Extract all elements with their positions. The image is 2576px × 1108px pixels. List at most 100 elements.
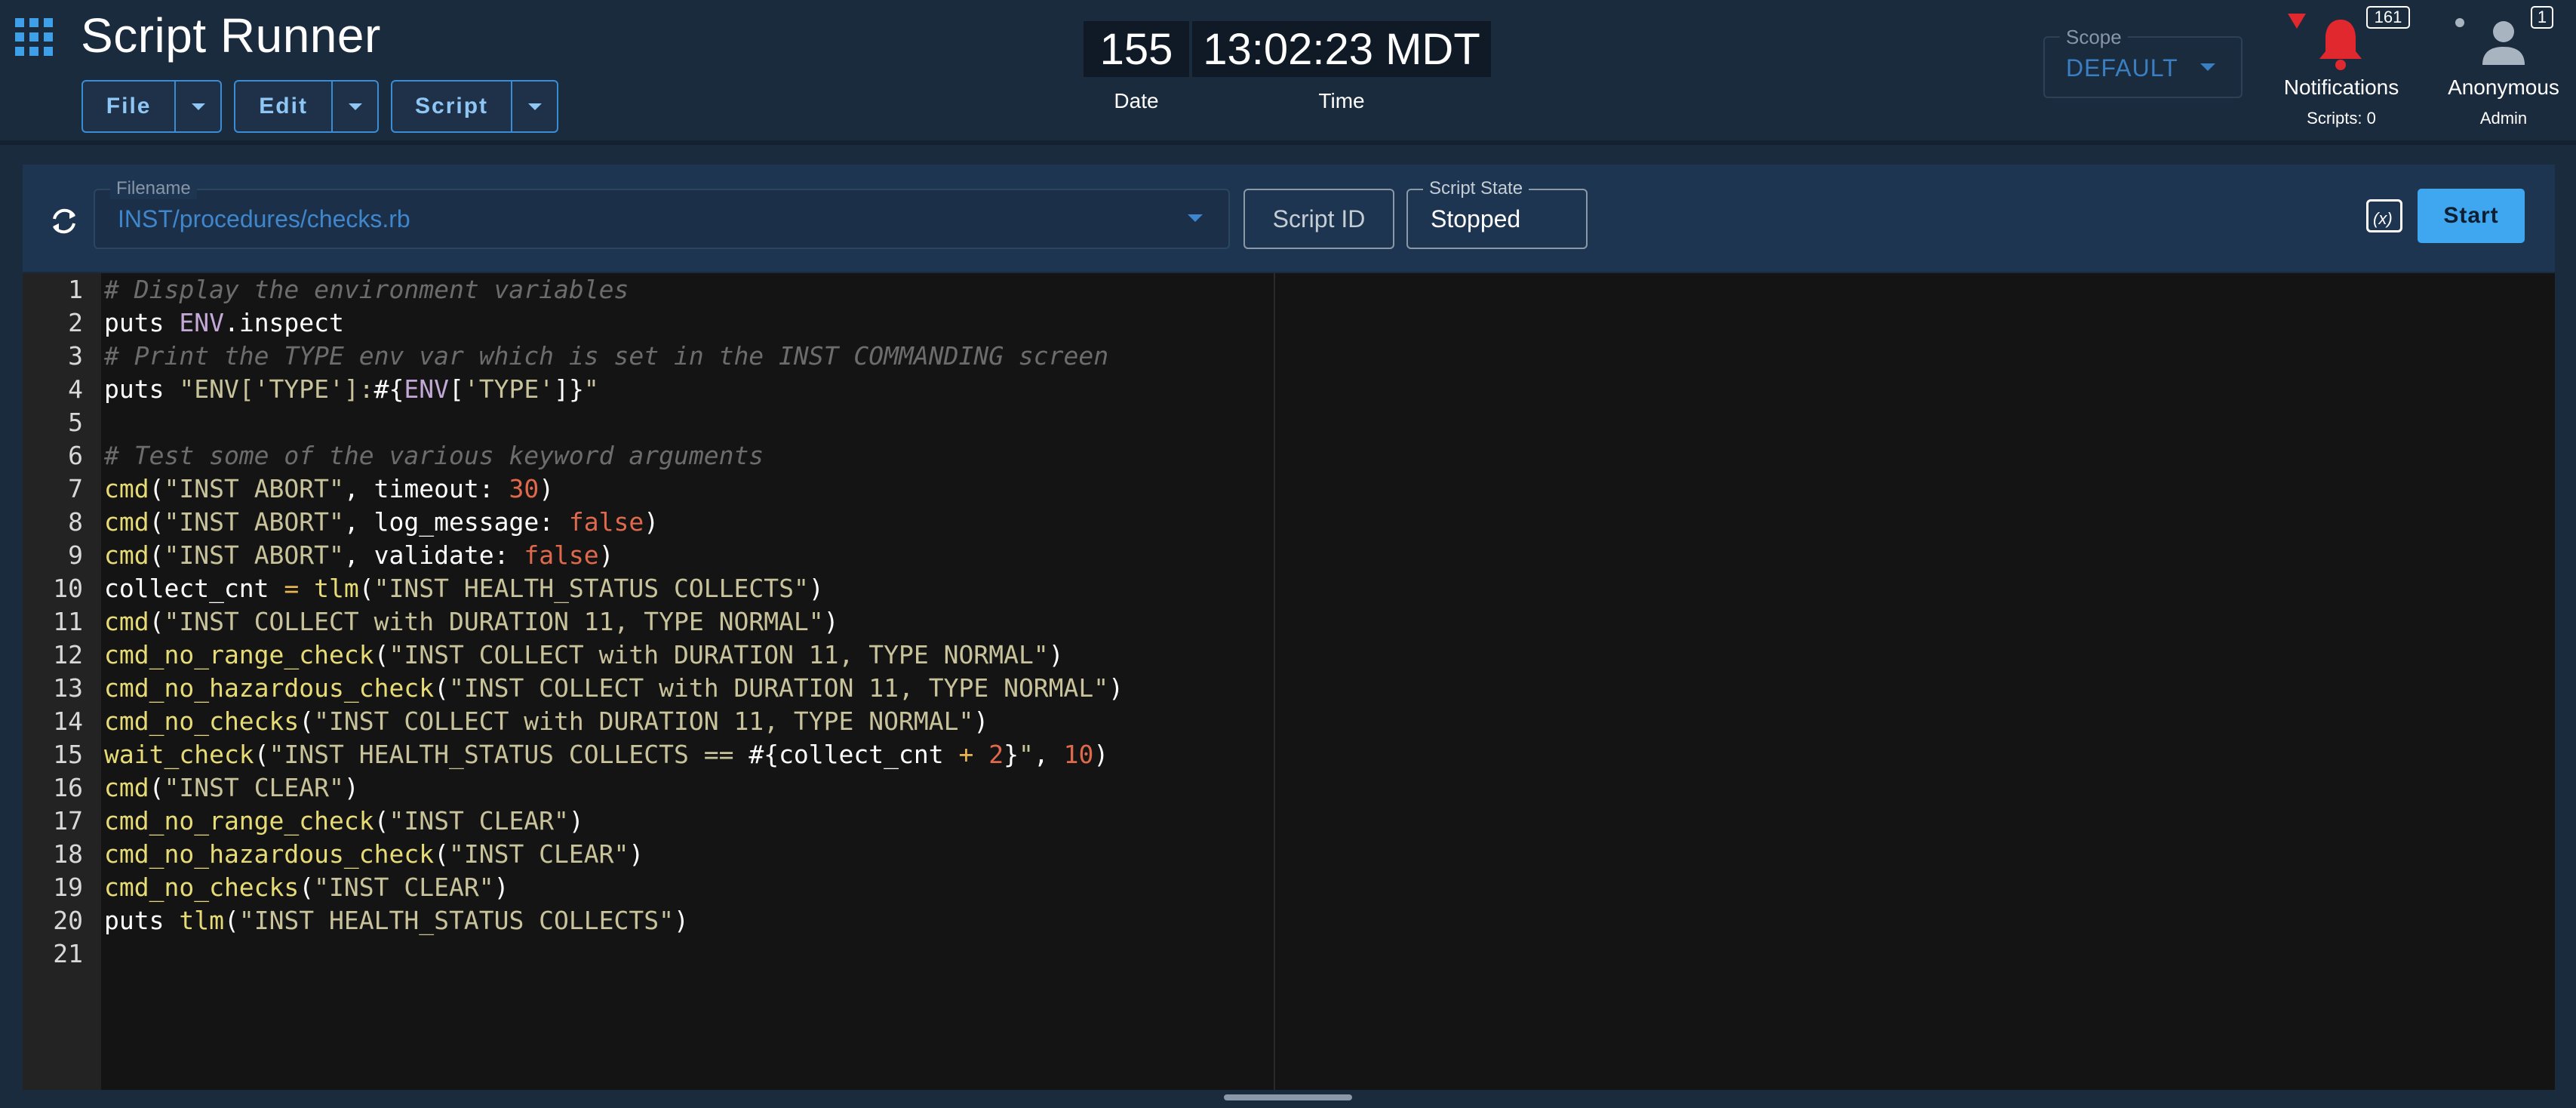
code-token: cmd_no_range_check — [104, 640, 374, 669]
code-token: "INST ABORT" — [164, 474, 344, 503]
code-line[interactable]: 20 puts tlm("INST HEALTH_STATUS COLLECTS"… — [23, 904, 1274, 937]
notifications-label[interactable]: Notifications — [2271, 75, 2412, 100]
code-token: 30 — [509, 474, 539, 503]
chevron-down-icon[interactable] — [176, 82, 220, 131]
chevron-down-icon[interactable] — [512, 82, 557, 131]
line-number: 13 — [53, 673, 83, 703]
code-token: " — [1018, 740, 1034, 769]
code-token: "INST HEALTH_STATUS COLLECTS == — [269, 740, 749, 769]
code-token: 2 — [988, 740, 1004, 769]
code-line[interactable]: 6 # Test some of the various keyword argu… — [23, 439, 1274, 472]
code-line[interactable]: 3 # Print the TYPE env var which is set i… — [23, 340, 1274, 373]
code-token: "INST ABORT" — [164, 540, 344, 570]
code-token: cmd_no_hazardous_check — [104, 839, 435, 869]
script-menu-button[interactable]: Script — [391, 80, 558, 133]
code-token: ) — [674, 906, 689, 935]
code-line[interactable]: 5 — [23, 406, 1274, 439]
code-token: cmd_no_hazardous_check — [104, 673, 435, 703]
code-token: ) — [493, 873, 509, 902]
code-token: ( — [149, 474, 164, 503]
line-number: 3 — [68, 341, 83, 371]
code-line[interactable]: 12 cmd_no_range_check("INST COLLECT with … — [23, 639, 1274, 672]
code-token: ) — [823, 607, 839, 636]
scope-value[interactable]: DEFAULT — [2066, 54, 2178, 82]
code-token: ) — [1108, 673, 1124, 703]
code-line[interactable]: 13 cmd_no_hazardous_check("INST COLLECT w… — [23, 672, 1274, 705]
code-line[interactable]: 15 wait_check("INST HEALTH_STATUS COLLECT… — [23, 738, 1274, 771]
code-token: puts — [104, 906, 180, 935]
code-token: + — [958, 740, 974, 769]
code-line[interactable]: 21 — [23, 937, 1274, 971]
edit-menu-button[interactable]: Edit — [234, 80, 379, 133]
code-line[interactable]: 2 puts ENV.inspect — [23, 306, 1274, 340]
start-button[interactable]: Start — [2418, 189, 2525, 243]
variables-icon[interactable]: (x) — [2366, 199, 2402, 232]
code-line[interactable]: 14 cmd_no_checks("INST COLLECT with DURAT… — [23, 705, 1274, 738]
code-token: "ENV['TYPE']: — [179, 374, 374, 404]
code-token: "INST COLLECT with DURATION 11, TYPE NOR… — [314, 706, 974, 736]
refresh-icon[interactable] — [47, 204, 81, 239]
user-name[interactable]: Anonymous — [2436, 75, 2571, 100]
editor-split-divider[interactable] — [1274, 273, 1275, 1090]
file-menu-label[interactable]: File — [83, 82, 177, 131]
code-line[interactable]: 9 cmd("INST ABORT", validate: false) — [23, 539, 1274, 572]
code-token: .inspect — [223, 308, 344, 337]
scripts-count: Scripts: 0 — [2307, 109, 2376, 128]
code-token: ( — [434, 839, 449, 869]
line-number: 12 — [53, 640, 83, 669]
code-token: 10 — [1063, 740, 1094, 769]
script-id-field[interactable]: Script ID — [1243, 189, 1394, 249]
file-menu-button[interactable]: File — [81, 80, 222, 133]
line-number: 16 — [53, 773, 83, 802]
code-token: ) — [973, 706, 989, 736]
line-number: 4 — [68, 374, 83, 404]
code-token: " — [583, 374, 599, 404]
chevron-down-icon[interactable] — [1188, 214, 1203, 222]
line-number: 6 — [68, 441, 83, 470]
edit-menu-label[interactable]: Edit — [235, 82, 334, 131]
code-token: puts — [104, 308, 180, 337]
filename-value[interactable]: INST/procedures/checks.rb — [118, 205, 410, 233]
code-line[interactable]: 4 puts "ENV['TYPE']:#{ENV['TYPE']}" — [23, 373, 1274, 406]
code-token: "INST HEALTH_STATUS COLLECTS" — [373, 574, 809, 603]
code-line[interactable]: 10 collect_cnt = tlm("INST HEALTH_STATUS … — [23, 572, 1274, 605]
code-line[interactable]: 19 cmd_no_checks("INST CLEAR") — [23, 871, 1274, 904]
code-line[interactable]: 1 # Display the environment variables — [23, 273, 1274, 306]
line-number: 7 — [68, 474, 83, 503]
scope-label: Scope — [2060, 26, 2128, 49]
script-menu-label[interactable]: Script — [392, 82, 513, 131]
code-token: ( — [223, 906, 239, 935]
header-divider — [0, 140, 2576, 145]
code-line[interactable]: 17 cmd_no_range_check("INST CLEAR") — [23, 805, 1274, 838]
code-token: wait_check — [104, 740, 254, 769]
user-avatar-icon[interactable] — [2479, 18, 2528, 66]
script-state-label: Script State — [1423, 178, 1529, 199]
code-token: cmd — [104, 607, 149, 636]
status-dot — [2455, 18, 2464, 27]
resize-handle[interactable] — [1224, 1094, 1352, 1100]
apps-menu-icon[interactable] — [15, 18, 53, 56]
code-token: ( — [358, 574, 374, 603]
time-caption: Time — [1318, 89, 1365, 112]
date-display: 155 — [1084, 21, 1189, 77]
code-token: # Test some of the various keyword argum… — [104, 441, 764, 470]
line-number: 14 — [53, 706, 83, 736]
code-line[interactable]: 8 cmd("INST ABORT", log_message: false) — [23, 506, 1274, 539]
user-count-badge: 1 — [2531, 6, 2553, 29]
code-line[interactable]: 11 cmd("INST COLLECT with DURATION 11, TY… — [23, 605, 1274, 639]
bell-icon[interactable] — [2316, 17, 2365, 71]
code-line[interactable]: 16 cmd("INST CLEAR") — [23, 771, 1274, 805]
code-token: ) — [644, 507, 659, 537]
code-line[interactable]: 7 cmd("INST ABORT", timeout: 30) — [23, 472, 1274, 506]
code-token: tlm — [314, 574, 359, 603]
code-token: "INST CLEAR" — [389, 806, 569, 836]
code-token: cmd — [104, 507, 149, 537]
code-token: "INST COLLECT with DURATION 11, TYPE NOR… — [164, 607, 824, 636]
chevron-down-icon[interactable] — [2200, 63, 2215, 71]
code-line[interactable]: 18 cmd_no_hazardous_check("INST CLEAR") — [23, 838, 1274, 871]
chevron-down-icon[interactable] — [333, 82, 377, 131]
line-number: 5 — [68, 408, 83, 437]
code-token: "INST CLEAR" — [448, 839, 629, 869]
